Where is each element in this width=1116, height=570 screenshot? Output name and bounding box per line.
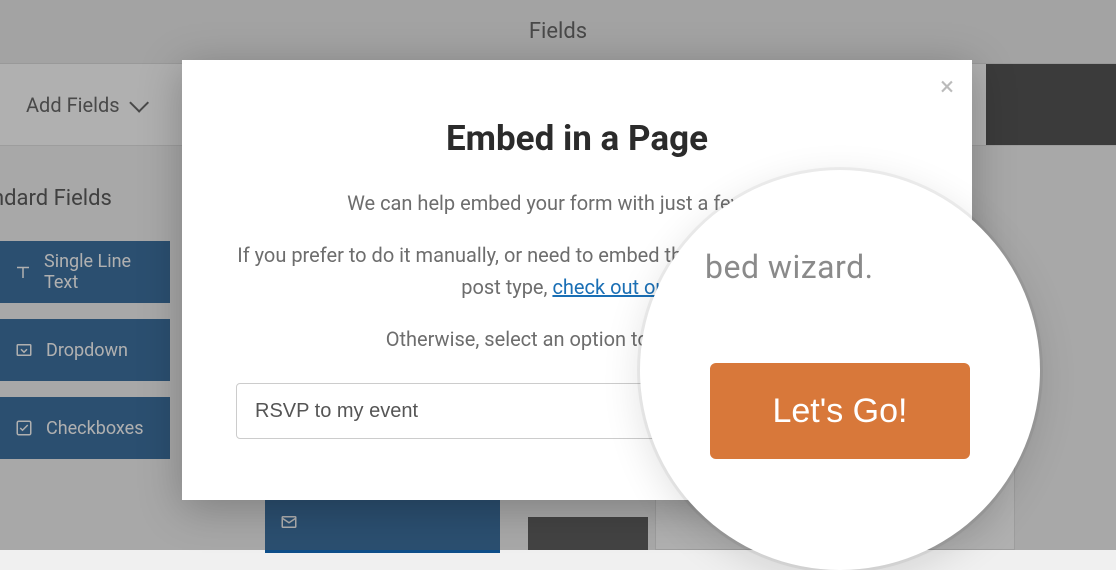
lets-go-button[interactable]: Let's Go! (710, 363, 970, 459)
add-fields-dropdown[interactable]: Add Fields (26, 93, 144, 117)
field-pill-single-line-text[interactable]: Single Line Text (0, 241, 170, 303)
magnifier-ghost-text: bed wizard. (705, 248, 874, 286)
field-pill-dropdown[interactable]: Dropdown (0, 319, 170, 381)
dropdown-icon (14, 341, 34, 359)
magnifier-zoom: bed wizard. Let's Go! (640, 170, 1040, 570)
field-pill-label: Single Line Text (44, 251, 156, 293)
chevron-down-icon (129, 92, 149, 112)
sidebar-section-label: andard Fields (0, 186, 170, 241)
checkbox-icon (14, 419, 34, 437)
field-pill-checkboxes[interactable]: Checkboxes (0, 397, 170, 459)
field-pill-extra[interactable] (265, 491, 500, 553)
dark-bottom-strip (528, 517, 648, 550)
envelope-icon (279, 513, 299, 531)
text-icon (14, 263, 32, 281)
page-title: Fields (529, 19, 587, 44)
field-pill-label: Checkboxes (46, 418, 144, 439)
close-icon[interactable]: × (940, 74, 954, 100)
page-title-bar: Fields (0, 0, 1116, 64)
add-fields-label: Add Fields (26, 93, 120, 117)
toolbar-dark-strip (986, 64, 1116, 145)
sidebar-left: andard Fields Single Line Text Dropdown … (0, 146, 170, 569)
field-pill-label: Dropdown (46, 340, 128, 361)
modal-title: Embed in a Page (236, 118, 918, 159)
